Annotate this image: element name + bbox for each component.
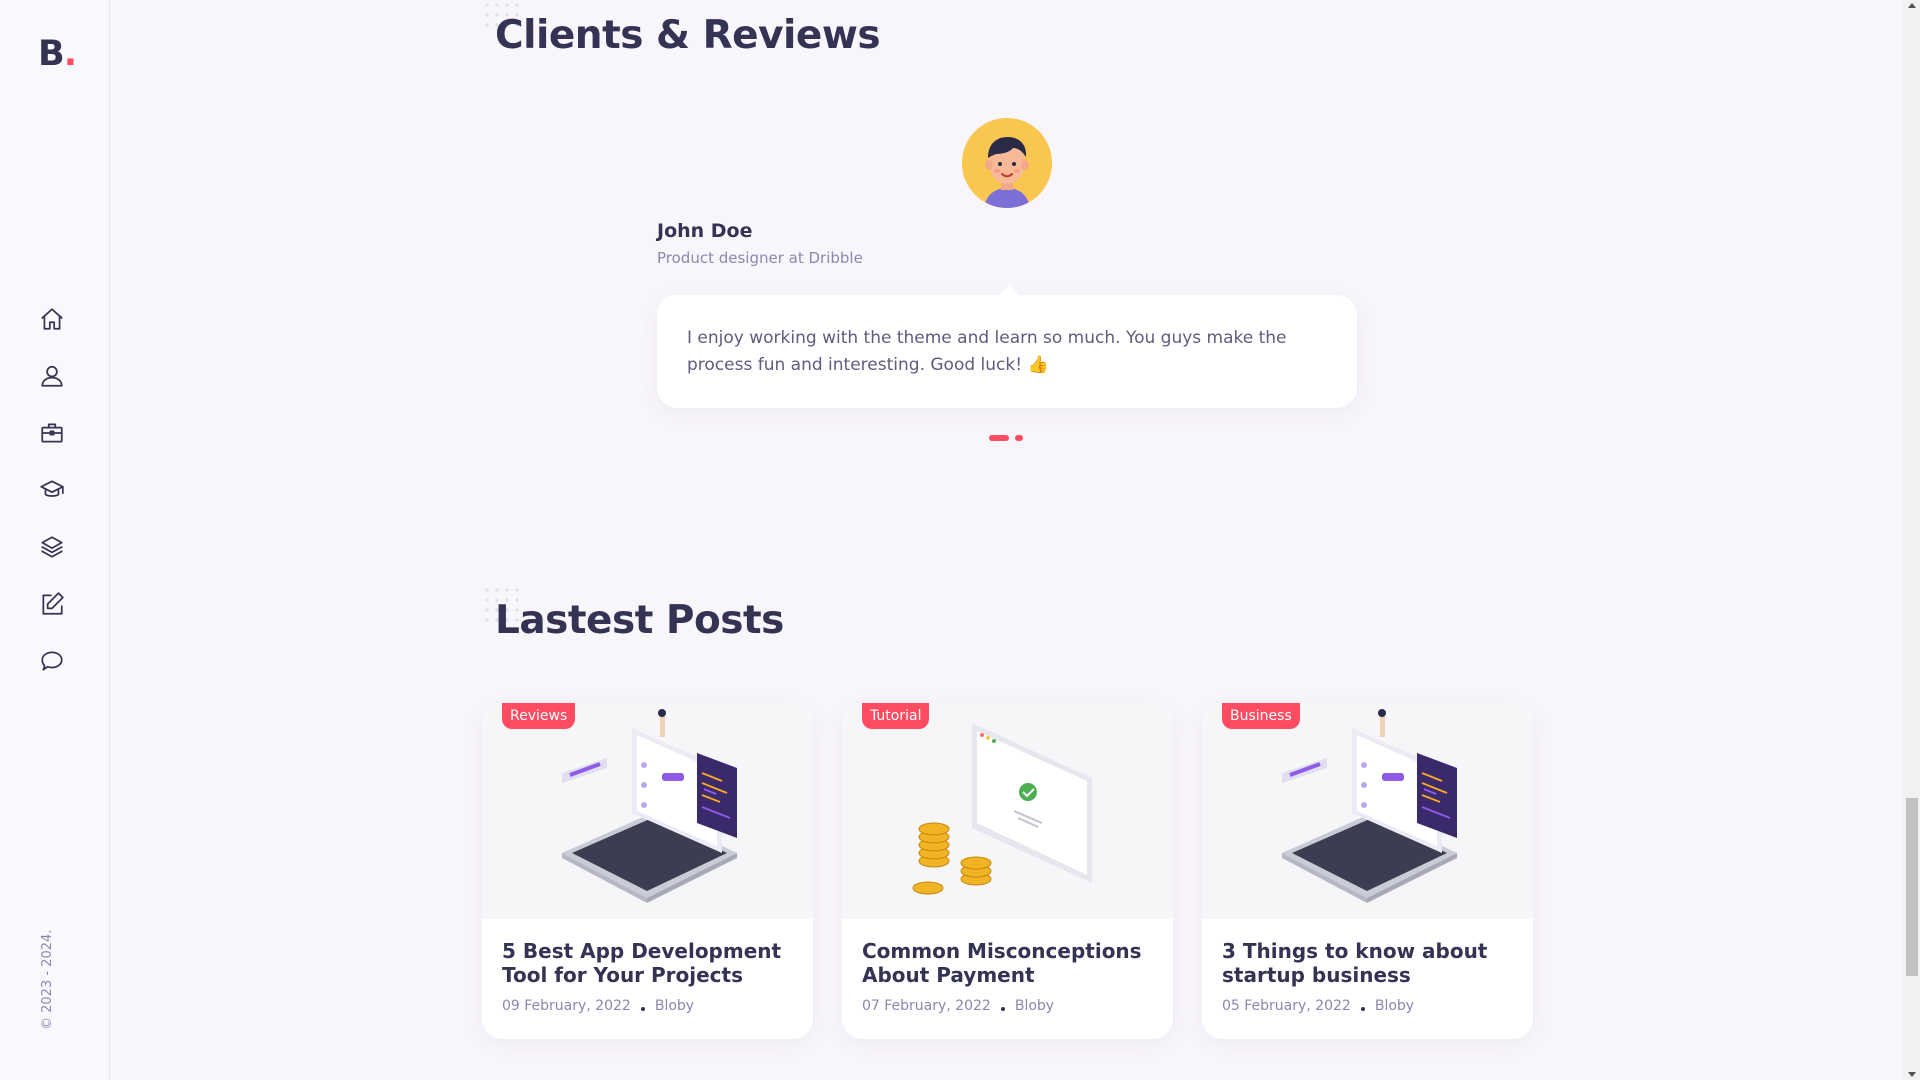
post-date: 05 February, 2022 <box>1222 998 1351 1014</box>
reviews-heading: Clients & Reviews <box>495 13 881 58</box>
post-author[interactable]: Bloby <box>1375 998 1414 1014</box>
briefcase-icon <box>41 423 63 443</box>
post-title[interactable]: Common Misconceptions About Payment <box>862 939 1152 987</box>
copyright: © 2023 - 2024. <box>40 929 55 1030</box>
page-scrollbar[interactable] <box>1903 0 1920 1080</box>
scroll-up-arrow[interactable] <box>1908 3 1916 8</box>
reviewer-role: Product designer at Dribble <box>657 249 863 267</box>
nav-works[interactable] <box>37 533 67 561</box>
post-author[interactable]: Bloby <box>655 998 694 1014</box>
post-meta: 05 February, 2022 Bloby <box>1222 998 1414 1014</box>
post-date: 07 February, 2022 <box>862 998 991 1014</box>
meta-separator <box>1000 1007 1005 1011</box>
logo[interactable]: B. <box>38 34 77 74</box>
payment-illustration <box>912 723 1092 895</box>
nav-home[interactable] <box>37 305 67 333</box>
post-author[interactable]: Bloby <box>1015 998 1054 1014</box>
logo-dot: . <box>63 34 77 74</box>
logo-letter: B <box>38 34 65 74</box>
nav-about[interactable] <box>37 362 67 390</box>
posts-heading: Lastest Posts <box>495 598 784 643</box>
post-thumbnail[interactable] <box>1202 703 1533 919</box>
nav-blog[interactable] <box>37 590 67 618</box>
meta-separator <box>640 1007 645 1011</box>
laptop-illustration <box>562 709 737 903</box>
nav-services[interactable] <box>37 419 67 447</box>
avatar <box>962 118 1052 208</box>
post-category-tag[interactable]: Tutorial <box>862 703 930 729</box>
laptop-illustration <box>1282 709 1457 903</box>
edit-icon <box>42 592 64 615</box>
pagination-dot[interactable] <box>1015 435 1023 441</box>
reviewer-name: John Doe <box>657 220 753 242</box>
layers-icon <box>41 536 63 558</box>
nav-contact[interactable] <box>37 647 67 675</box>
post-meta: 07 February, 2022 Bloby <box>862 998 1054 1014</box>
post-date: 09 February, 2022 <box>502 998 631 1014</box>
home-icon <box>41 308 63 330</box>
avatar-illustration <box>962 118 1052 208</box>
nav-experience[interactable] <box>37 476 67 504</box>
post-card[interactable]: Tutorial Common Misconceptions About Pay… <box>842 703 1173 1039</box>
post-thumbnail[interactable] <box>842 703 1173 919</box>
pagination-dot-active[interactable] <box>989 435 1009 441</box>
post-category-tag[interactable]: Reviews <box>502 703 576 729</box>
post-card[interactable]: Reviews 5 Best App Development Tool for … <box>482 703 813 1039</box>
review-pagination <box>989 435 1023 441</box>
user-icon <box>41 365 63 387</box>
chat-bubble-icon <box>41 651 63 671</box>
post-meta: 09 February, 2022 Bloby <box>502 998 694 1014</box>
post-title[interactable]: 3 Things to know about startup business <box>1222 939 1512 987</box>
review-text: I enjoy working with the theme and learn… <box>687 328 1287 375</box>
post-title[interactable]: 5 Best App Development Tool for Your Pro… <box>502 939 792 987</box>
scroll-down-arrow[interactable] <box>1908 1072 1916 1077</box>
sidebar: B. © 2023 - 2024. <box>0 0 110 1080</box>
post-card[interactable]: Business 3 Things to know about startup … <box>1202 703 1533 1039</box>
graduation-cap-icon <box>40 480 64 497</box>
post-thumbnail[interactable] <box>482 703 813 919</box>
review-bubble: I enjoy working with the theme and learn… <box>657 285 1357 408</box>
meta-separator <box>1360 1007 1365 1011</box>
post-category-tag[interactable]: Business <box>1222 703 1300 729</box>
scroll-thumb[interactable] <box>1906 798 1918 976</box>
sidebar-nav <box>37 305 67 675</box>
